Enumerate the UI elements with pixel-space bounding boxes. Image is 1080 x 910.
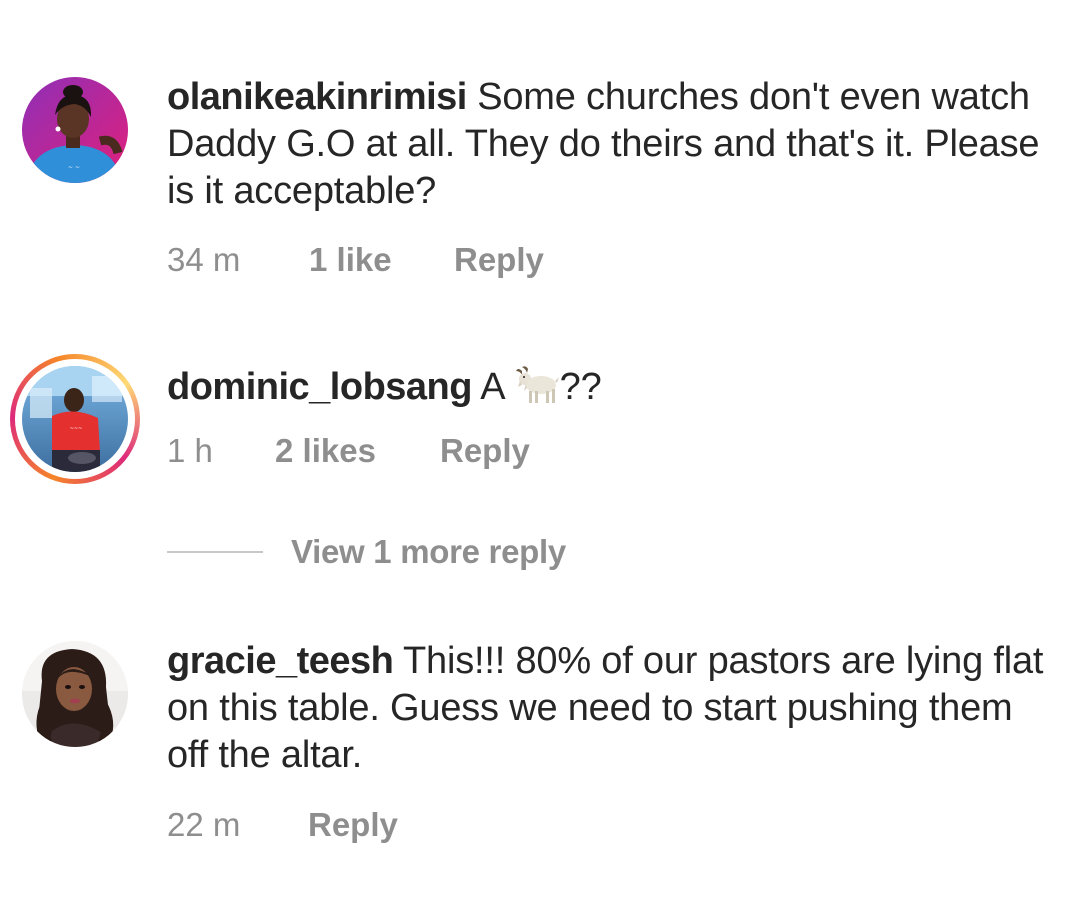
comment-username[interactable]: olanikeakinrimisi (167, 76, 467, 118)
avatar[interactable] (22, 641, 128, 747)
reply-button[interactable]: Reply (308, 805, 398, 845)
comment-likes[interactable]: 2 likes (275, 431, 440, 471)
view-replies-label[interactable]: View 1 more reply (291, 533, 566, 571)
svg-text:~ ~: ~ ~ (68, 164, 80, 171)
view-replies-button[interactable]: View 1 more reply (167, 532, 566, 572)
comment-text: A (471, 366, 514, 408)
reply-button[interactable]: Reply (454, 240, 544, 280)
goat-icon (515, 366, 559, 403)
comment-meta: 22 m Reply (167, 805, 398, 845)
comment-meta: 34 m 1 like Reply (167, 240, 544, 280)
comment-body: gracie_teesh This!!! 80% of our pastors … (167, 638, 1047, 779)
comment-body: olanikeakinrimisi Some churches don't ev… (167, 74, 1047, 215)
comment-body: dominic_lobsang A ?? (167, 364, 1047, 411)
comment-username[interactable]: gracie_teesh (167, 640, 394, 682)
comment-likes[interactable]: 1 like (309, 240, 454, 280)
svg-text:~~~: ~~~ (70, 426, 83, 432)
comment-username[interactable]: dominic_lobsang (167, 366, 472, 408)
avatar[interactable]: ~ ~ (22, 77, 128, 183)
avatar[interactable]: ~~~ (22, 366, 128, 472)
comment-timestamp: 22 m (167, 806, 241, 843)
comment-meta: 1 h 2 likes Reply (167, 431, 530, 471)
comment-text-suffix: ?? (559, 366, 602, 408)
reply-button[interactable]: Reply (440, 431, 530, 471)
comment-timestamp: 34 m (167, 241, 241, 278)
comment-timestamp: 1 h (167, 432, 213, 469)
replies-divider-line (167, 551, 263, 553)
